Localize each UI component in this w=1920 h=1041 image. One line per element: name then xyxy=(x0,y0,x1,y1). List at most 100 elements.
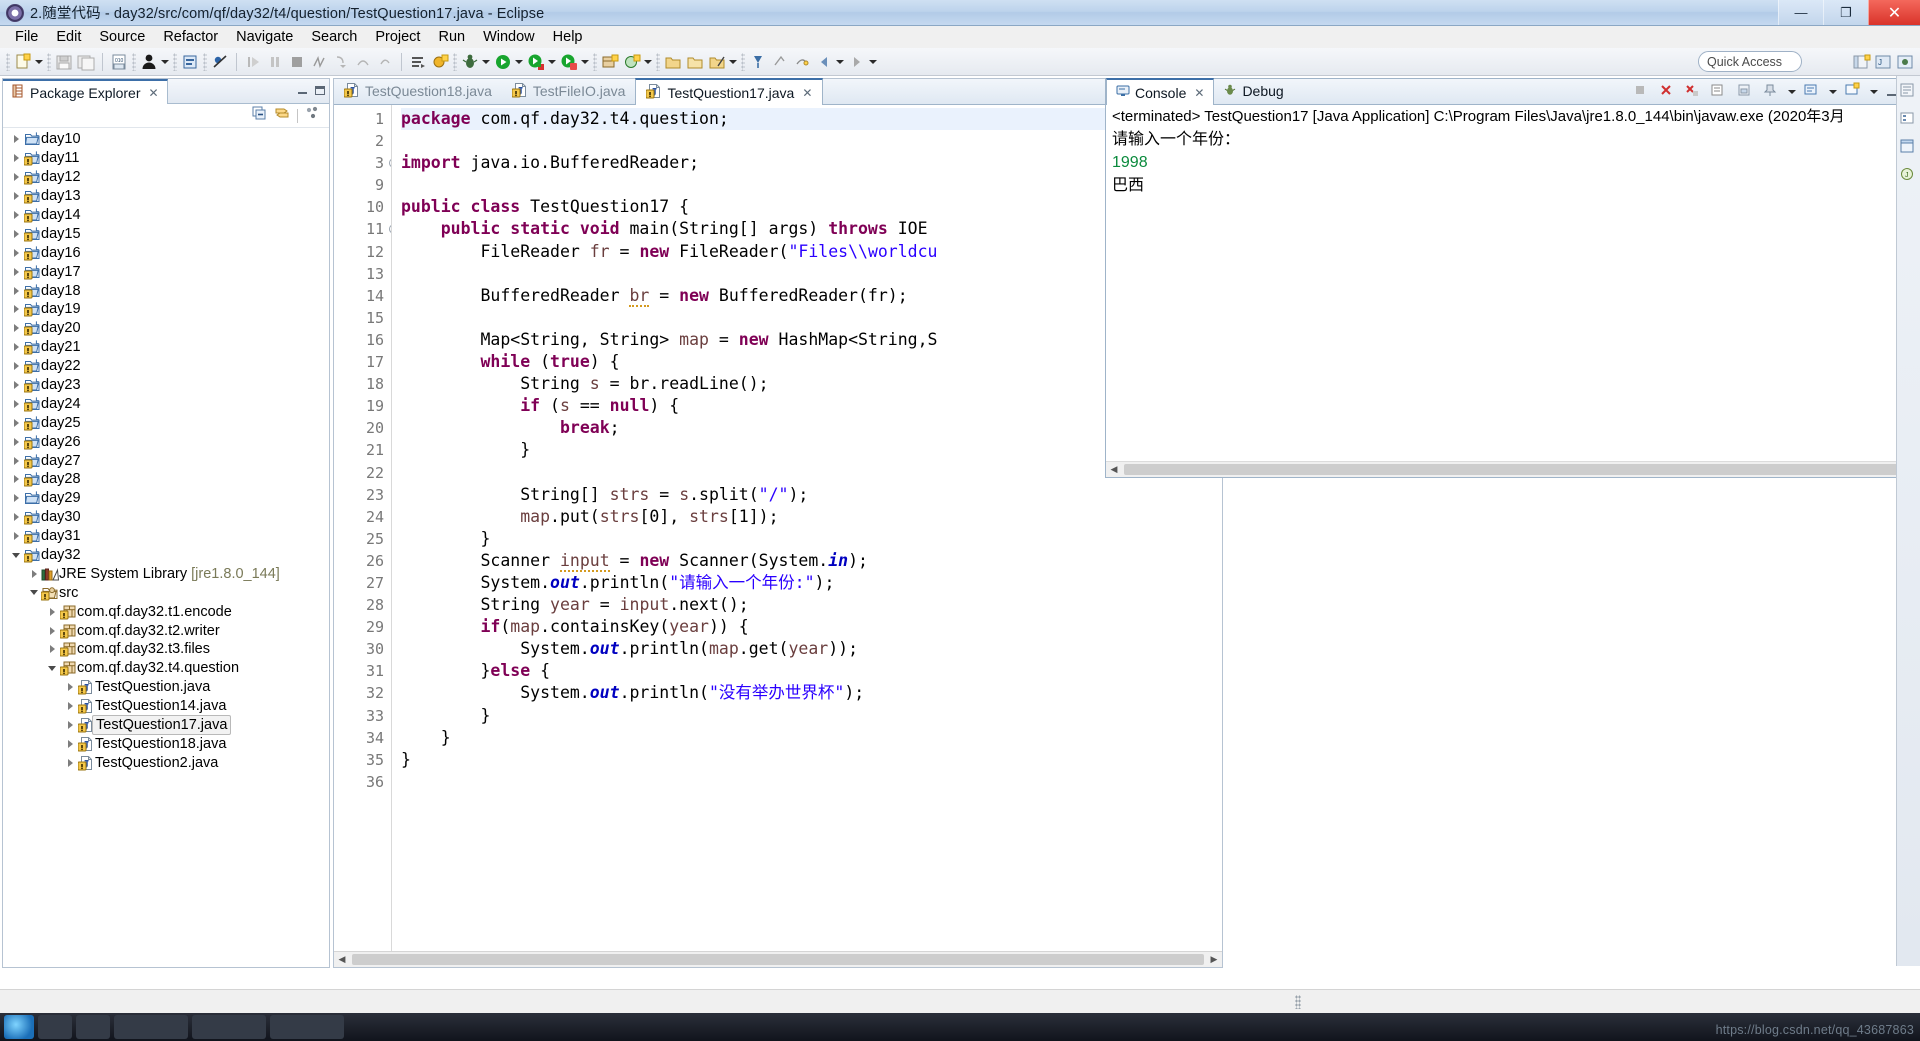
code-line[interactable]: } xyxy=(401,727,1222,749)
code-line[interactable]: Scanner input = new Scanner(System.in); xyxy=(401,550,1222,572)
open-perspective-icon[interactable] xyxy=(1851,52,1871,72)
run-person-icon[interactable] xyxy=(139,52,159,72)
toolbar-drag-handle[interactable] xyxy=(6,52,10,71)
tree-item-com-qf-day32-t4-question[interactable]: com.qf.day32.t4.question xyxy=(3,659,329,678)
tree-expand-arrow-closed-icon[interactable] xyxy=(9,135,23,143)
code-line[interactable]: } xyxy=(401,749,1222,771)
tree-item-day31[interactable]: day31 xyxy=(3,527,329,546)
taskbar-app-3[interactable] xyxy=(270,1015,344,1039)
tree-expand-arrow-closed-icon[interactable] xyxy=(9,268,23,276)
save-all-icon[interactable] xyxy=(76,52,96,72)
search-folder-dropdown-icon[interactable] xyxy=(728,53,737,71)
tree-item-day10[interactable]: day10 xyxy=(3,130,329,149)
tree-item-day13[interactable]: day13 xyxy=(3,187,329,206)
tree-item-day20[interactable]: day20 xyxy=(3,319,329,338)
tree-item-day11[interactable]: day11 xyxy=(3,149,329,168)
javadoc-view-icon[interactable]: J xyxy=(1899,166,1919,186)
run-external-tools-icon[interactable] xyxy=(559,52,579,72)
step-return-icon[interactable] xyxy=(375,52,395,72)
editor-tab-close-icon[interactable]: ✕ xyxy=(802,86,812,100)
code-line[interactable] xyxy=(401,462,1222,484)
code-line[interactable]: } xyxy=(401,528,1222,550)
editor-source-code[interactable]: package com.qf.day32.t4.question; import… xyxy=(401,108,1222,951)
skip-breakpoints-icon[interactable] xyxy=(210,52,230,72)
tree-expand-arrow-closed-icon[interactable] xyxy=(63,759,77,767)
tree-item-day27[interactable]: day27 xyxy=(3,451,329,470)
tree-expand-arrow-closed-icon[interactable] xyxy=(9,532,23,540)
quick-access-input[interactable]: Quick Access xyxy=(1698,51,1802,72)
tree-expand-arrow-closed-icon[interactable] xyxy=(9,513,23,521)
suspend-icon[interactable] xyxy=(265,52,285,72)
tree-item-day18[interactable]: day18 xyxy=(3,281,329,300)
menu-edit[interactable]: Edit xyxy=(47,28,90,46)
outline-view-icon[interactable] xyxy=(1899,82,1919,102)
tree-expand-arrow-closed-icon[interactable] xyxy=(9,362,23,370)
code-line[interactable]: System.out.println("请输入一个年份:"); xyxy=(401,572,1222,594)
tree-expand-arrow-closed-icon[interactable] xyxy=(63,702,77,710)
tree-item-day15[interactable]: day15 xyxy=(3,224,329,243)
tree-item-day29[interactable]: day29 xyxy=(3,489,329,508)
tree-expand-arrow-closed-icon[interactable] xyxy=(9,381,23,389)
tree-item-day32[interactable]: day32 xyxy=(3,546,329,565)
back-history-icon[interactable] xyxy=(814,52,834,72)
package-explorer-close-icon[interactable]: ✕ xyxy=(149,86,159,100)
debug-icon[interactable] xyxy=(460,52,480,72)
tree-expand-arrow-closed-icon[interactable] xyxy=(9,324,23,332)
code-line[interactable]: break; xyxy=(401,417,1222,439)
clear-console-icon[interactable] xyxy=(1710,82,1730,102)
console-scroll-thumb[interactable] xyxy=(1124,464,1898,475)
editor-scroll-left-icon[interactable]: ◀ xyxy=(334,954,350,965)
resume-icon[interactable] xyxy=(243,52,263,72)
tree-expand-arrow-closed-icon[interactable] xyxy=(9,457,23,465)
tree-expand-arrow-open-icon[interactable] xyxy=(27,590,41,595)
code-line[interactable]: } xyxy=(401,705,1222,727)
new-wizard-icon[interactable] xyxy=(13,52,33,72)
new-wizard-dropdown-icon[interactable] xyxy=(34,53,43,71)
tree-expand-arrow-closed-icon[interactable] xyxy=(9,211,23,219)
code-line[interactable]: package com.qf.day32.t4.question; xyxy=(401,108,1222,131)
open-console-icon[interactable] xyxy=(408,52,428,72)
tree-expand-arrow-closed-icon[interactable] xyxy=(45,627,59,635)
print-document-icon[interactable]: 010 xyxy=(109,52,129,72)
forward-history-dropdown-icon[interactable] xyxy=(868,53,877,71)
open-console-caret-icon[interactable] xyxy=(1869,83,1878,101)
code-line[interactable]: String year = input.next(); xyxy=(401,594,1222,616)
tree-item-day23[interactable]: day23 xyxy=(3,376,329,395)
tree-item-day22[interactable]: day22 xyxy=(3,357,329,376)
tree-item-day19[interactable]: day19 xyxy=(3,300,329,319)
code-line[interactable] xyxy=(401,263,1222,285)
editor-tab-testquestion17-java[interactable]: TestQuestion17.java ✕ xyxy=(635,78,824,105)
console-horizontal-scrollbar[interactable]: ◀ ▶ xyxy=(1106,461,1916,477)
code-line[interactable] xyxy=(401,771,1222,793)
code-line[interactable]: public static void main(String[] args) t… xyxy=(401,218,1222,240)
view-menu-icon[interactable] xyxy=(305,105,321,126)
taskbar-app-1[interactable] xyxy=(114,1015,188,1039)
tree-expand-arrow-closed-icon[interactable] xyxy=(9,343,23,351)
link-with-editor-icon[interactable] xyxy=(274,105,290,126)
start-button-icon[interactable] xyxy=(4,1015,34,1039)
back-history-dropdown-icon[interactable] xyxy=(835,53,844,71)
tab-package-explorer[interactable]: Package Explorer ✕ xyxy=(3,79,168,104)
new-interface-dropdown-icon[interactable] xyxy=(643,53,652,71)
status-resize-grip[interactable] xyxy=(1295,994,1301,1009)
tree-item-day21[interactable]: day21 xyxy=(3,338,329,357)
package-explorer-tree[interactable]: day10 day11 day12 day13 day14 day15 day16 day17… xyxy=(3,128,329,967)
collapse-all-icon[interactable] xyxy=(251,105,267,126)
tree-expand-arrow-closed-icon[interactable] xyxy=(63,740,77,748)
editor-tab-testquestion18-java[interactable]: TestQuestion18.java xyxy=(334,78,502,104)
new-java-class-icon[interactable] xyxy=(430,52,450,72)
tree-item-day26[interactable]: day26 xyxy=(3,432,329,451)
taskbar-explorer-icon[interactable] xyxy=(38,1015,72,1039)
open-folder-2-icon[interactable] xyxy=(685,52,705,72)
tree-expand-arrow-closed-icon[interactable] xyxy=(9,305,23,313)
code-line[interactable]: System.out.println(map.get(year)); xyxy=(401,638,1222,660)
step-over-icon[interactable] xyxy=(353,52,373,72)
menu-navigate[interactable]: Navigate xyxy=(227,28,302,46)
java-editor[interactable]: 123+91011−121314151617181920212223242526… xyxy=(334,105,1222,951)
forward-history-icon[interactable] xyxy=(847,52,867,72)
run-dropdown-icon[interactable] xyxy=(514,53,523,71)
maximize-button[interactable]: ❐ xyxy=(1823,0,1868,25)
tree-item-day30[interactable]: day30 xyxy=(3,508,329,527)
run-icon[interactable] xyxy=(493,52,513,72)
task-list-icon[interactable] xyxy=(1899,110,1919,130)
